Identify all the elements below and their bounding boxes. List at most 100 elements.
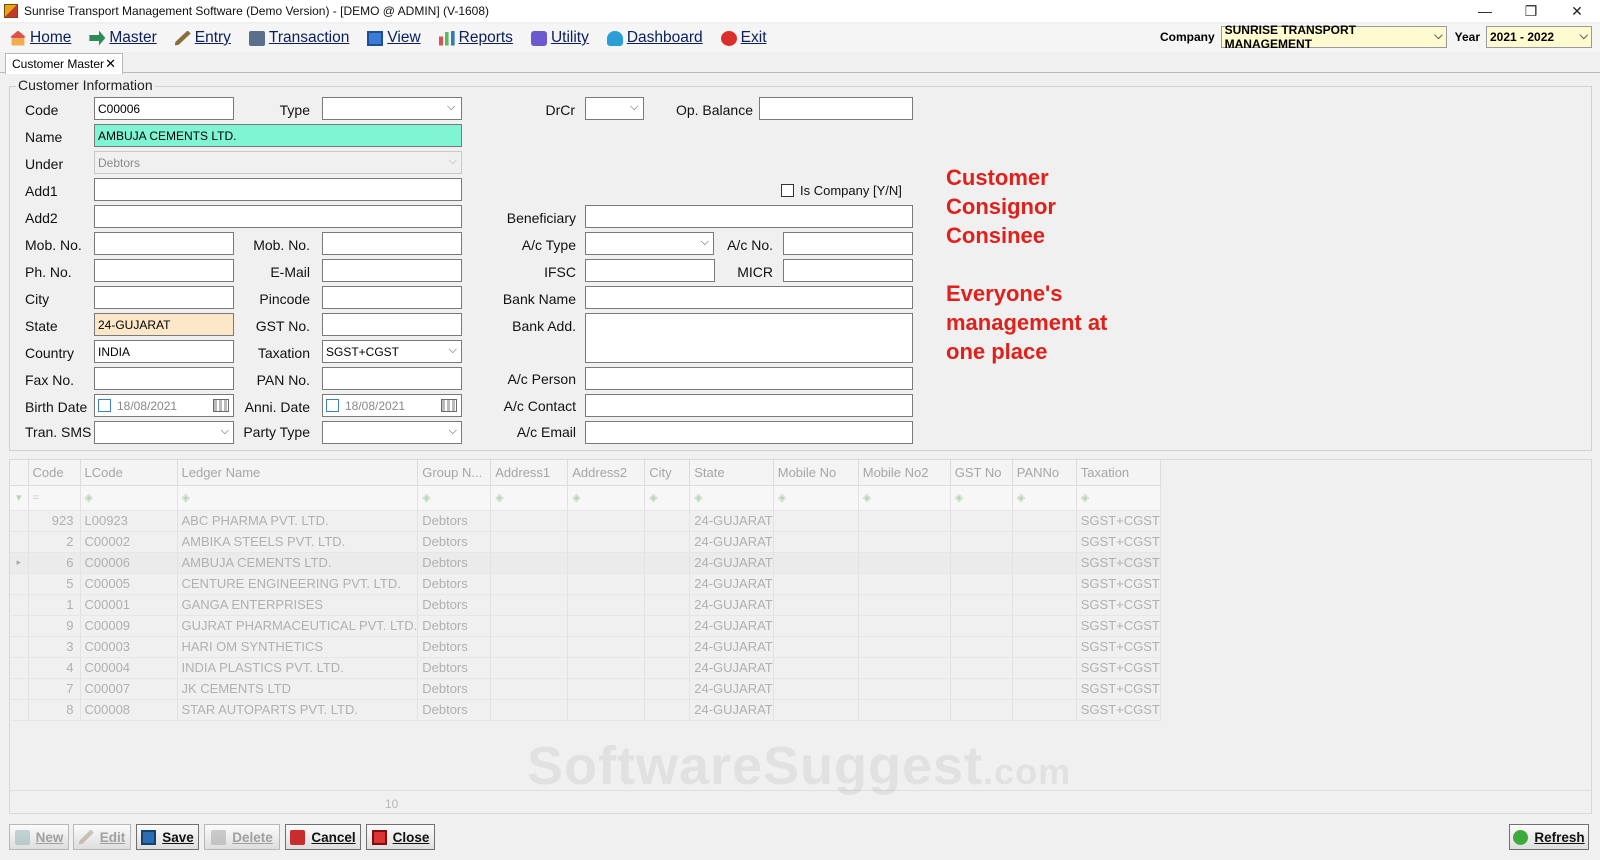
anni-date-picker[interactable]: 18/08/2021 [322, 394, 462, 417]
micr-input[interactable] [783, 259, 913, 282]
gst-input[interactable] [322, 313, 462, 336]
col-taxation[interactable]: Taxation [1076, 460, 1161, 486]
filter-cell[interactable]: ◈ [177, 485, 419, 511]
year-select[interactable]: 2021 - 2022 ⌵ [1486, 26, 1592, 48]
anni-date-checkbox[interactable] [326, 399, 339, 412]
pan-input[interactable] [322, 367, 462, 390]
row-selector[interactable] [10, 636, 29, 658]
filter-cell[interactable]: ◈ [773, 485, 859, 511]
close-icon[interactable]: ✕ [105, 56, 116, 72]
row-selector[interactable] [10, 678, 29, 700]
birth-date-picker[interactable]: 18/08/2021 [94, 394, 234, 417]
name-input[interactable]: AMBUJA CEMENTS LTD. [94, 124, 462, 147]
row-selector[interactable] [10, 657, 29, 679]
calendar-icon[interactable] [213, 399, 229, 412]
col-state[interactable]: State [689, 460, 774, 486]
col-address2[interactable]: Address2 [567, 460, 646, 486]
filter-cell[interactable]: ◈ [644, 485, 691, 511]
under-select[interactable]: Debtors ⌵ [94, 151, 462, 174]
table-row[interactable]: 5 C00005 CENTURE ENGINEERING PVT. LTD. Debt… [10, 573, 1161, 595]
table-row[interactable]: ▸ 6 C00006 AMBUJA CEMENTS LTD. Debtors 24-GUJ… [10, 552, 1161, 574]
country-input[interactable]: INDIA [94, 340, 234, 363]
refresh-button[interactable]: Refresh [1509, 824, 1589, 850]
menu-home[interactable]: Home [10, 29, 71, 47]
phone-input[interactable] [94, 259, 234, 282]
ac-no-input[interactable] [783, 232, 913, 255]
col-lcode[interactable]: LCode [80, 460, 178, 486]
table-row[interactable]: 4 C00004 INDIA PLASTICS PVT. LTD. Debtors 24… [10, 657, 1161, 679]
checkbox-icon[interactable] [781, 184, 794, 197]
menu-master[interactable]: Master [89, 29, 157, 47]
menu-reports[interactable]: Reports [438, 29, 513, 47]
code-input[interactable]: C00006 [94, 97, 234, 120]
bank-name-input[interactable] [585, 286, 913, 309]
pincode-input[interactable] [322, 286, 462, 309]
col-address1[interactable]: Address1 [490, 460, 569, 486]
mobile-input[interactable] [94, 232, 234, 255]
tran-sms-select[interactable]: ⌵ [94, 421, 234, 444]
filter-cell[interactable]: ◈ [490, 485, 569, 511]
row-selector[interactable] [10, 531, 29, 553]
ac-contact-input[interactable] [585, 394, 913, 417]
beneficiary-input[interactable] [585, 205, 913, 228]
filter-cell[interactable]: ◈ [567, 485, 646, 511]
row-selector[interactable] [10, 594, 29, 616]
filter-cell[interactable]: ◈ [689, 485, 774, 511]
col-city[interactable]: City [644, 460, 691, 486]
delete-button[interactable]: Delete [204, 824, 280, 850]
ac-person-input[interactable] [585, 367, 913, 390]
col-mobile-no2[interactable]: Mobile No2 [858, 460, 951, 486]
save-button[interactable]: Save [136, 824, 199, 850]
menu-utility[interactable]: Utility [530, 29, 589, 47]
add2-input[interactable] [94, 205, 462, 228]
city-input[interactable] [94, 286, 234, 309]
filter-cell[interactable]: ◈ [1076, 485, 1161, 511]
ac-type-select[interactable]: ⌵ [585, 232, 714, 255]
filter-cell[interactable]: ◈ [950, 485, 1013, 511]
col-code[interactable]: Code [28, 460, 81, 486]
calendar-icon[interactable] [441, 399, 457, 412]
row-selector[interactable] [10, 615, 29, 637]
type-select[interactable] [322, 97, 462, 120]
row-selector[interactable]: ▸ [10, 552, 29, 574]
edit-button[interactable]: Edit [73, 824, 131, 850]
close-window-button[interactable]: ✕ [1554, 0, 1600, 22]
menu-transaction[interactable]: Transaction [248, 29, 349, 47]
col-gst-no[interactable]: GST No [950, 460, 1013, 486]
menu-dashboard[interactable]: Dashboard [606, 29, 703, 47]
filter-cell[interactable]: ◈ [80, 485, 178, 511]
taxation-select[interactable]: SGST+CGST ⌵ [322, 340, 462, 363]
filter-cell[interactable]: ◈ [1012, 485, 1077, 511]
table-row[interactable]: 8 C00008 STAR AUTOPARTS PVT. LTD. Debtors 24… [10, 699, 1161, 721]
menu-entry[interactable]: Entry [174, 29, 231, 47]
menu-exit[interactable]: Exit [720, 29, 767, 47]
filter-cell[interactable]: = [28, 485, 81, 511]
row-selector[interactable] [10, 510, 29, 532]
close-button[interactable]: Close [366, 824, 435, 850]
company-select[interactable]: SUNRISE TRANSPORT MANAGEMENT ⌵ [1220, 23, 1447, 51]
is-company-checkbox[interactable]: Is Company [Y/N] [781, 183, 902, 198]
table-row[interactable]: 3 C00003 HARI OM SYNTHETICS Debtors 24-GUJAR… [10, 636, 1161, 658]
op-balance-input[interactable] [759, 97, 913, 120]
new-button[interactable]: New [9, 824, 69, 850]
filter-cell[interactable]: ◈ [417, 485, 492, 511]
table-row[interactable]: 923 L00923 ABC PHARMA PVT. LTD. Debtors 24-G… [10, 510, 1161, 532]
table-row[interactable]: 7 C00007 JK CEMENTS LTD Debtors 24-GUJARAT SG… [10, 678, 1161, 700]
cancel-button[interactable]: Cancel [285, 824, 361, 850]
fax-input[interactable] [94, 367, 234, 390]
state-input[interactable]: 24-GUJARAT [94, 313, 234, 336]
mobile2-input[interactable] [322, 232, 462, 255]
add1-input[interactable] [94, 178, 462, 201]
table-row[interactable]: 1 C00001 GANGA ENTERPRISES Debtors 24-GUJARA… [10, 594, 1161, 616]
table-row[interactable]: 2 C00002 AMBIKA STEELS PVT. LTD. Debtors 24-… [10, 531, 1161, 553]
filter-cell[interactable]: ◈ [858, 485, 951, 511]
minimize-button[interactable]: — [1462, 0, 1508, 22]
col-mobile-no[interactable]: Mobile No [773, 460, 859, 486]
menu-view[interactable]: View [367, 29, 421, 47]
birth-date-checkbox[interactable] [98, 399, 111, 412]
row-selector[interactable] [10, 573, 29, 595]
tab-customer-master[interactable]: Customer Master ✕ [5, 53, 123, 74]
party-type-select[interactable]: ⌵ [322, 421, 462, 444]
ac-email-input[interactable] [585, 421, 913, 444]
table-row[interactable]: 9 C00009 GUJRAT PHARMACEUTICAL PVT. LTD. De… [10, 615, 1161, 637]
